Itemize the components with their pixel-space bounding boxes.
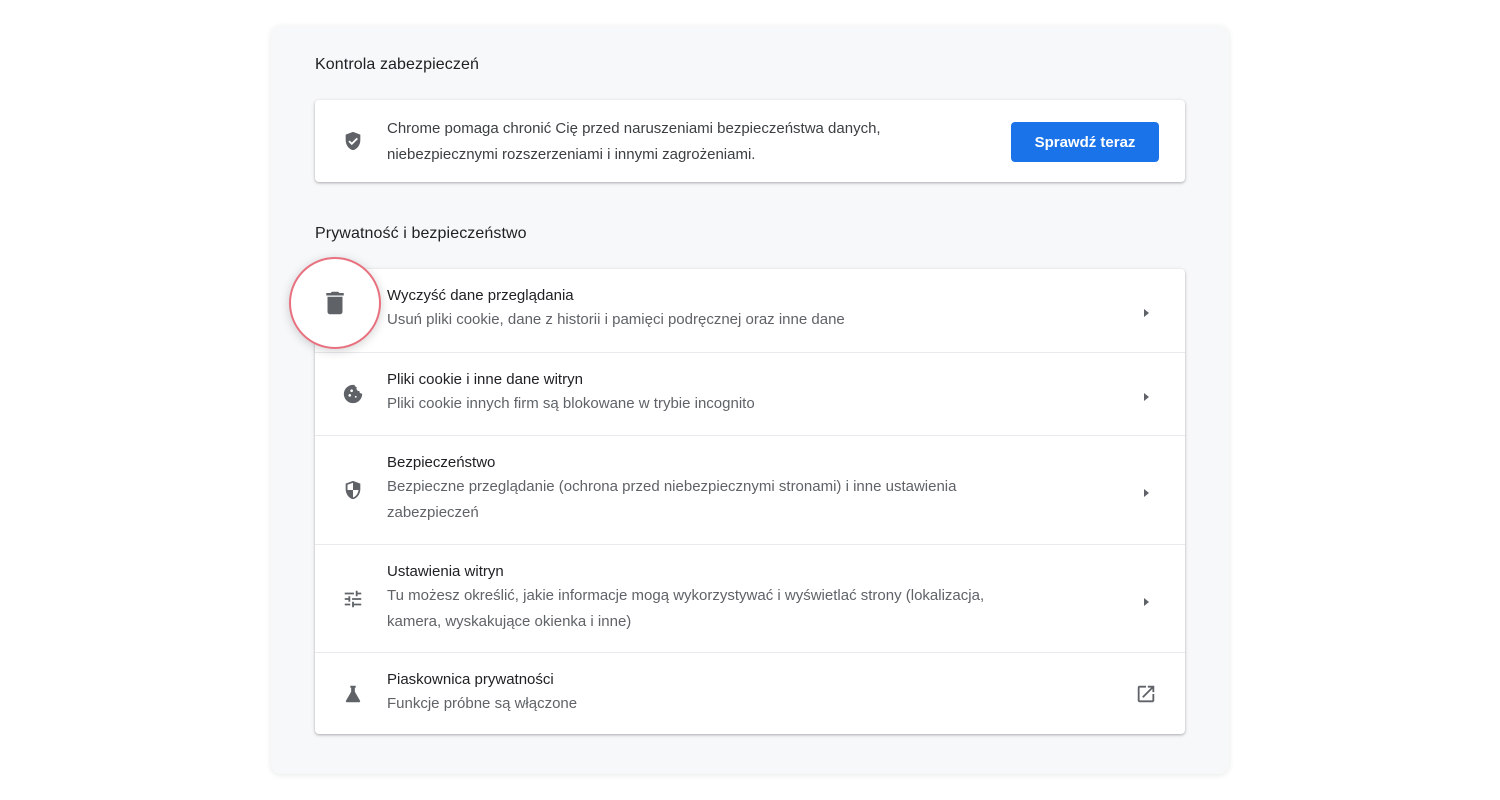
row-subtitle: Pliki cookie innych firm są blokowane w … (387, 395, 755, 412)
row-title: Ustawienia witryn (387, 563, 504, 580)
clear-browsing-data-text: Wyczyść dane przeglądania Usuń pliki coo… (387, 285, 1075, 333)
open-in-new-icon[interactable] (1135, 683, 1157, 705)
chevron-right-icon (1141, 389, 1151, 401)
shield-icon (341, 478, 365, 502)
row-title: Pliki cookie i inne dane witryn (387, 371, 583, 388)
privacy-security-heading: Prywatność i bezpieczeństwo (315, 225, 527, 242)
row-subtitle-line1: Tu możesz określić, jakie informacje mog… (387, 587, 985, 604)
privacy-sandbox-row[interactable]: Piaskownica prywatności Funkcje próbne s… (315, 652, 1185, 734)
row-subtitle-line2: zabezpieczeń (387, 504, 479, 521)
chevron-right-icon (1141, 594, 1151, 606)
safety-check-card: Chrome pomaga chronić Cię przed naruszen… (315, 100, 1185, 182)
safety-check-description: Chrome pomaga chronić Cię przed naruszen… (387, 116, 967, 168)
row-title: Piaskownica prywatności (387, 671, 554, 688)
settings-panel: Kontrola zabezpieczeń Chrome pomaga chro… (271, 26, 1229, 774)
tune-icon (341, 587, 365, 611)
clear-browsing-data-highlight[interactable] (289, 257, 381, 349)
row-title: Bezpieczeństwo (387, 454, 496, 471)
trash-icon (326, 291, 344, 315)
row-subtitle-line2: kamera, wyskakujące okienka i inne) (387, 613, 632, 630)
security-row[interactable]: Bezpieczeństwo Bezpieczne przeglądanie (… (315, 435, 1185, 544)
chevron-right-icon (1141, 305, 1151, 317)
shield-check-icon (341, 129, 365, 153)
row-subtitle-line1: Bezpieczne przeglądanie (ochrona przed n… (387, 478, 957, 495)
safety-check-description-line1: Chrome pomaga chronić Cię przed naruszen… (387, 120, 881, 137)
privacy-security-card: Wyczyść dane przeglądania Usuń pliki coo… (315, 269, 1185, 734)
site-settings-text: Ustawienia witryn Tu możesz określić, ja… (387, 561, 1075, 635)
cookies-row[interactable]: Pliki cookie i inne dane witryn Pliki co… (315, 352, 1185, 435)
clear-browsing-data-row[interactable]: Wyczyść dane przeglądania Usuń pliki coo… (315, 269, 1185, 352)
privacy-sandbox-text: Piaskownica prywatności Funkcje próbne s… (387, 669, 1075, 717)
cookies-text: Pliki cookie i inne dane witryn Pliki co… (387, 369, 1075, 417)
security-text: Bezpieczeństwo Bezpieczne przeglądanie (… (387, 452, 1075, 526)
row-title: Wyczyść dane przeglądania (387, 287, 574, 304)
cookie-icon (341, 382, 365, 406)
check-now-button[interactable]: Sprawdź teraz (1011, 122, 1159, 162)
site-settings-row[interactable]: Ustawienia witryn Tu możesz określić, ja… (315, 544, 1185, 652)
safety-check-description-line2: niebezpiecznymi rozszerzeniami i innymi … (387, 146, 756, 163)
row-subtitle: Usuń pliki cookie, dane z historii i pam… (387, 311, 845, 328)
chevron-right-icon (1141, 485, 1151, 497)
flask-icon (341, 682, 365, 706)
safety-check-heading: Kontrola zabezpieczeń (315, 56, 479, 73)
row-subtitle: Funkcje próbne są włączone (387, 695, 578, 712)
